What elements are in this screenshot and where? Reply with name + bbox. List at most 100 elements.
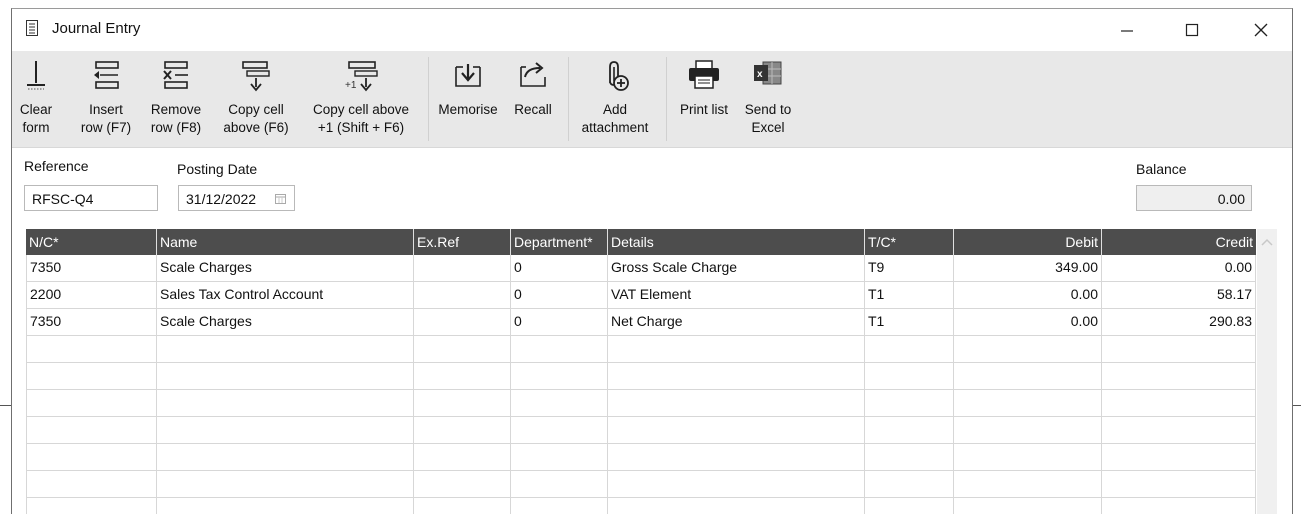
cell-details[interactable]: [608, 444, 865, 470]
cell-department[interactable]: [511, 336, 608, 362]
cell-name[interactable]: [157, 498, 414, 514]
copy-cell-above-plus-one-button[interactable]: +1 Copy cell above +1 (Shift + F6): [302, 51, 420, 147]
cell-name[interactable]: [157, 417, 414, 443]
cell-nc[interactable]: 7350: [26, 309, 157, 335]
cell-debit[interactable]: [954, 444, 1102, 470]
cell-tc[interactable]: T9: [865, 255, 954, 281]
cell-ex-ref[interactable]: [414, 498, 511, 514]
cell-tc[interactable]: [865, 363, 954, 389]
table-row[interactable]: [26, 363, 1256, 390]
cell-details[interactable]: Net Charge: [608, 309, 865, 335]
cell-nc[interactable]: [26, 390, 157, 416]
cell-ex-ref[interactable]: [414, 309, 511, 335]
cell-name[interactable]: Sales Tax Control Account: [157, 282, 414, 308]
cell-name[interactable]: [157, 390, 414, 416]
table-row[interactable]: [26, 417, 1256, 444]
cell-department[interactable]: [511, 417, 608, 443]
cell-tc[interactable]: [865, 336, 954, 362]
cell-debit[interactable]: 349.00: [954, 255, 1102, 281]
cell-credit[interactable]: [1102, 471, 1256, 497]
cell-department[interactable]: 0: [511, 282, 608, 308]
cell-name[interactable]: [157, 444, 414, 470]
table-row[interactable]: 7350 Scale Charges 0 Gross Scale Charge T9 34…: [26, 255, 1256, 282]
column-header-details[interactable]: Details: [608, 229, 865, 255]
cell-details[interactable]: VAT Element: [608, 282, 865, 308]
cell-details[interactable]: [608, 363, 865, 389]
cell-ex-ref[interactable]: [414, 336, 511, 362]
cell-tc[interactable]: [865, 498, 954, 514]
cell-tc[interactable]: T1: [865, 282, 954, 308]
cell-ex-ref[interactable]: [414, 282, 511, 308]
reference-input[interactable]: RFSC-Q4: [24, 185, 158, 211]
cell-department[interactable]: [511, 363, 608, 389]
grid-scrollbar[interactable]: [1257, 229, 1277, 514]
cell-nc[interactable]: [26, 363, 157, 389]
table-row[interactable]: [26, 390, 1256, 417]
cell-debit[interactable]: 0.00: [954, 309, 1102, 335]
cell-details[interactable]: [608, 390, 865, 416]
cell-credit[interactable]: 0.00: [1102, 255, 1256, 281]
cell-department[interactable]: [511, 390, 608, 416]
cell-nc[interactable]: [26, 498, 157, 514]
cell-tc[interactable]: [865, 444, 954, 470]
cell-details[interactable]: [608, 417, 865, 443]
cell-ex-ref[interactable]: [414, 417, 511, 443]
cell-name[interactable]: [157, 336, 414, 362]
cell-debit[interactable]: 0.00: [954, 282, 1102, 308]
cell-nc[interactable]: [26, 336, 157, 362]
cell-debit[interactable]: [954, 336, 1102, 362]
maximize-button[interactable]: [1169, 13, 1215, 47]
table-row[interactable]: 7350 Scale Charges 0 Net Charge T1 0.00 290.83: [26, 309, 1256, 336]
calendar-icon[interactable]: [275, 193, 286, 204]
cell-ex-ref[interactable]: [414, 471, 511, 497]
cell-ex-ref[interactable]: [414, 363, 511, 389]
cell-tc[interactable]: [865, 471, 954, 497]
column-header-tc[interactable]: T/C*: [865, 229, 954, 255]
cell-debit[interactable]: [954, 498, 1102, 514]
cell-ex-ref[interactable]: [414, 390, 511, 416]
cell-department[interactable]: 0: [511, 309, 608, 335]
cell-department[interactable]: [511, 471, 608, 497]
cell-nc[interactable]: 7350: [26, 255, 157, 281]
cell-tc[interactable]: T1: [865, 309, 954, 335]
cell-credit[interactable]: [1102, 336, 1256, 362]
cell-details[interactable]: Gross Scale Charge: [608, 255, 865, 281]
cell-nc[interactable]: [26, 444, 157, 470]
cell-credit[interactable]: [1102, 444, 1256, 470]
remove-row-button[interactable]: Remove row (F8): [144, 51, 208, 147]
column-header-name[interactable]: Name: [157, 229, 414, 255]
cell-details[interactable]: [608, 471, 865, 497]
cell-nc[interactable]: [26, 417, 157, 443]
cell-name[interactable]: [157, 363, 414, 389]
cell-credit[interactable]: [1102, 363, 1256, 389]
table-row[interactable]: [26, 444, 1256, 471]
cell-name[interactable]: Scale Charges: [157, 309, 414, 335]
table-row[interactable]: [26, 498, 1256, 514]
cell-credit[interactable]: [1102, 498, 1256, 514]
recall-button[interactable]: Recall: [508, 51, 558, 147]
cell-debit[interactable]: [954, 471, 1102, 497]
cell-credit[interactable]: 58.17: [1102, 282, 1256, 308]
cell-credit[interactable]: [1102, 417, 1256, 443]
table-row[interactable]: [26, 471, 1256, 498]
cell-ex-ref[interactable]: [414, 255, 511, 281]
cell-nc[interactable]: 2200: [26, 282, 157, 308]
cell-department[interactable]: [511, 498, 608, 514]
cell-debit[interactable]: [954, 417, 1102, 443]
cell-ex-ref[interactable]: [414, 444, 511, 470]
cell-details[interactable]: [608, 498, 865, 514]
add-attachment-button[interactable]: Add attachment: [572, 51, 658, 147]
send-to-excel-button[interactable]: x Send to Excel: [738, 51, 798, 147]
cell-details[interactable]: [608, 336, 865, 362]
column-header-ex-ref[interactable]: Ex.Ref: [414, 229, 511, 255]
cell-debit[interactable]: [954, 363, 1102, 389]
column-header-nc[interactable]: N/C*: [26, 229, 157, 255]
cell-name[interactable]: Scale Charges: [157, 255, 414, 281]
column-header-debit[interactable]: Debit: [954, 229, 1102, 255]
posting-date-input[interactable]: 31/12/2022: [178, 185, 295, 211]
print-list-button[interactable]: Print list: [672, 51, 736, 147]
cell-tc[interactable]: [865, 417, 954, 443]
table-row[interactable]: 2200 Sales Tax Control Account 0 VAT Elemen…: [26, 282, 1256, 309]
column-header-department[interactable]: Department*: [511, 229, 608, 255]
cell-credit[interactable]: 290.83: [1102, 309, 1256, 335]
